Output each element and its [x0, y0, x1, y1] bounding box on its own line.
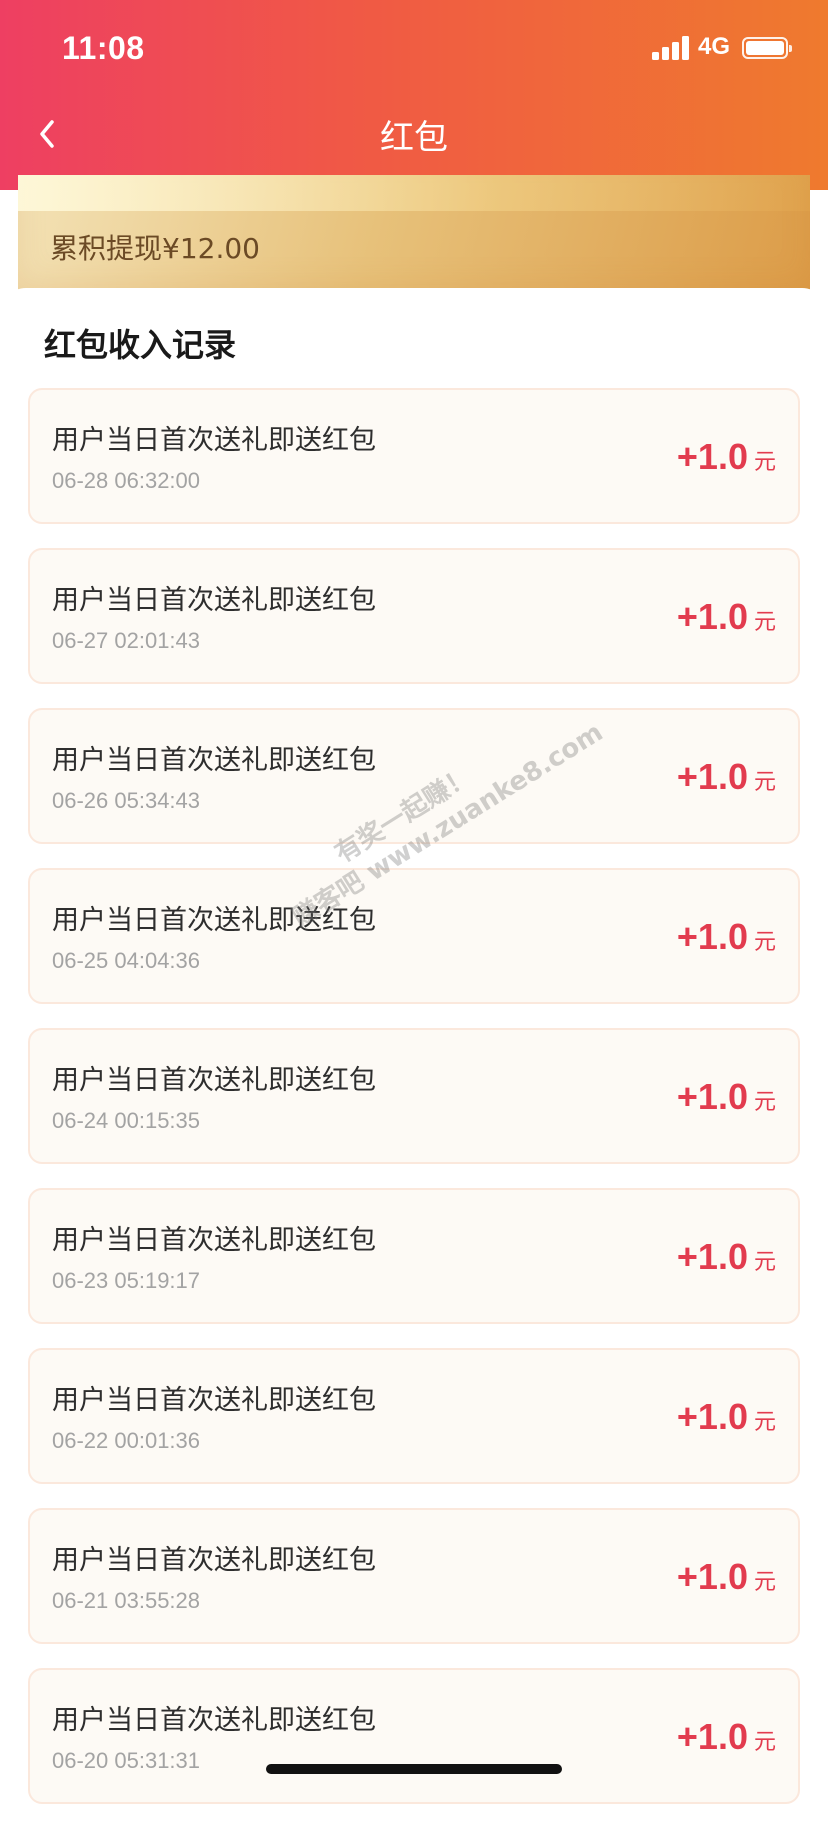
battery-icon — [742, 37, 792, 59]
network-type: 4G — [698, 33, 731, 60]
record-time: 06-28 06:32:00 — [52, 468, 201, 493]
record-amount: +1.0 元 — [677, 1396, 776, 1438]
record-row[interactable]: 用户当日首次送礼即送红包 06-26 05:34:43 +1.0 元 — [28, 708, 800, 844]
amount-unit: 元 — [753, 610, 776, 635]
amount-value: +1.0 — [676, 1716, 748, 1757]
record-title: 用户当日首次送礼即送红包 — [52, 1065, 376, 1096]
amount-unit: 元 — [753, 770, 776, 795]
record-row[interactable]: 用户当日首次送礼即送红包 06-27 02:01:43 +1.0 元 — [28, 548, 800, 684]
record-list: 用户当日首次送礼即送红包 06-28 06:32:00 +1.0 元用户当日首次送礼即… — [28, 388, 800, 1828]
record-title: 用户当日首次送礼即送红包 — [52, 425, 376, 456]
home-indicator[interactable] — [266, 1764, 562, 1774]
record-amount: +1.0 元 — [677, 1076, 776, 1118]
record-row[interactable]: 用户当日首次送礼即送红包 06-21 03:55:28 +1.0 元 — [28, 1508, 800, 1644]
section-title: 红包收入记录 — [44, 326, 237, 364]
record-title: 用户当日首次送礼即送红包 — [52, 1705, 376, 1736]
amount-unit: 元 — [753, 930, 776, 955]
record-title: 用户当日首次送礼即送红包 — [52, 1225, 376, 1256]
record-row[interactable]: 用户当日首次送礼即送红包 06-28 06:32:00 +1.0 元 — [28, 388, 800, 524]
record-time: 06-24 00:15:35 — [52, 1108, 201, 1133]
record-amount: +1.0 元 — [677, 436, 776, 478]
amount-unit: 元 — [753, 1570, 776, 1595]
record-title: 用户当日首次送礼即送红包 — [52, 1385, 376, 1416]
record-row[interactable]: 用户当日首次送礼即送红包 06-25 04:04:36 +1.0 元 — [28, 868, 800, 1004]
withdrawal-summary-card: 累积提现¥12.00 — [18, 175, 810, 305]
record-row[interactable]: 用户当日首次送礼即送红包 06-23 05:19:17 +1.0 元 — [28, 1188, 800, 1324]
amount-unit: 元 — [753, 1730, 776, 1755]
amount-value: +1.0 — [676, 916, 748, 957]
amount-value: +1.0 — [676, 1396, 748, 1437]
record-time: 06-20 05:31:31 — [52, 1748, 201, 1773]
amount-value: +1.0 — [676, 1236, 748, 1277]
record-amount: +1.0 元 — [677, 916, 776, 958]
record-title: 用户当日首次送礼即送红包 — [52, 905, 376, 936]
amount-unit: 元 — [753, 450, 776, 475]
record-time: 06-27 02:01:43 — [52, 628, 201, 653]
record-title: 用户当日首次送礼即送红包 — [52, 745, 376, 776]
record-time: 06-25 04:04:36 — [52, 948, 201, 973]
cellular-signal-icon — [652, 36, 690, 60]
record-time: 06-23 05:19:17 — [52, 1268, 201, 1293]
total-withdrawn-label: 累积提现¥12.00 — [50, 232, 260, 265]
record-amount: +1.0 元 — [677, 1716, 776, 1758]
header-bar: 11:08 4G 红包 — [0, 0, 828, 190]
record-title: 用户当日首次送礼即送红包 — [52, 585, 376, 616]
record-time: 06-22 00:01:36 — [52, 1428, 201, 1453]
amount-value: +1.0 — [676, 756, 748, 797]
amount-value: +1.0 — [676, 436, 748, 477]
amount-value: +1.0 — [676, 1076, 748, 1117]
record-amount: +1.0 元 — [677, 756, 776, 798]
amount-unit: 元 — [753, 1090, 776, 1115]
status-bar: 11:08 4G — [0, 0, 828, 100]
amount-unit: 元 — [753, 1410, 776, 1435]
record-row[interactable]: 用户当日首次送礼即送红包 06-22 00:01:36 +1.0 元 — [28, 1348, 800, 1484]
record-row[interactable]: 用户当日首次送礼即送红包 06-24 00:15:35 +1.0 元 — [28, 1028, 800, 1164]
amount-value: +1.0 — [676, 596, 748, 637]
amount-unit: 元 — [753, 1250, 776, 1275]
record-amount: +1.0 元 — [677, 1236, 776, 1278]
card-sheen — [18, 175, 810, 211]
record-time: 06-26 05:34:43 — [52, 788, 201, 813]
record-title: 用户当日首次送礼即送红包 — [52, 1545, 376, 1576]
record-amount: +1.0 元 — [677, 1556, 776, 1598]
record-amount: +1.0 元 — [677, 596, 776, 638]
record-row[interactable]: 用户当日首次送礼即送红包 06-20 05:31:31 +1.0 元 — [28, 1668, 800, 1804]
page-title: 红包 — [380, 118, 448, 158]
records-panel: 红包收入记录 用户当日首次送礼即送红包 06-28 06:32:00 +1.0 元用户… — [0, 288, 828, 1804]
amount-value: +1.0 — [676, 1556, 748, 1597]
status-time: 11:08 — [62, 30, 145, 66]
record-time: 06-21 03:55:28 — [52, 1588, 201, 1613]
